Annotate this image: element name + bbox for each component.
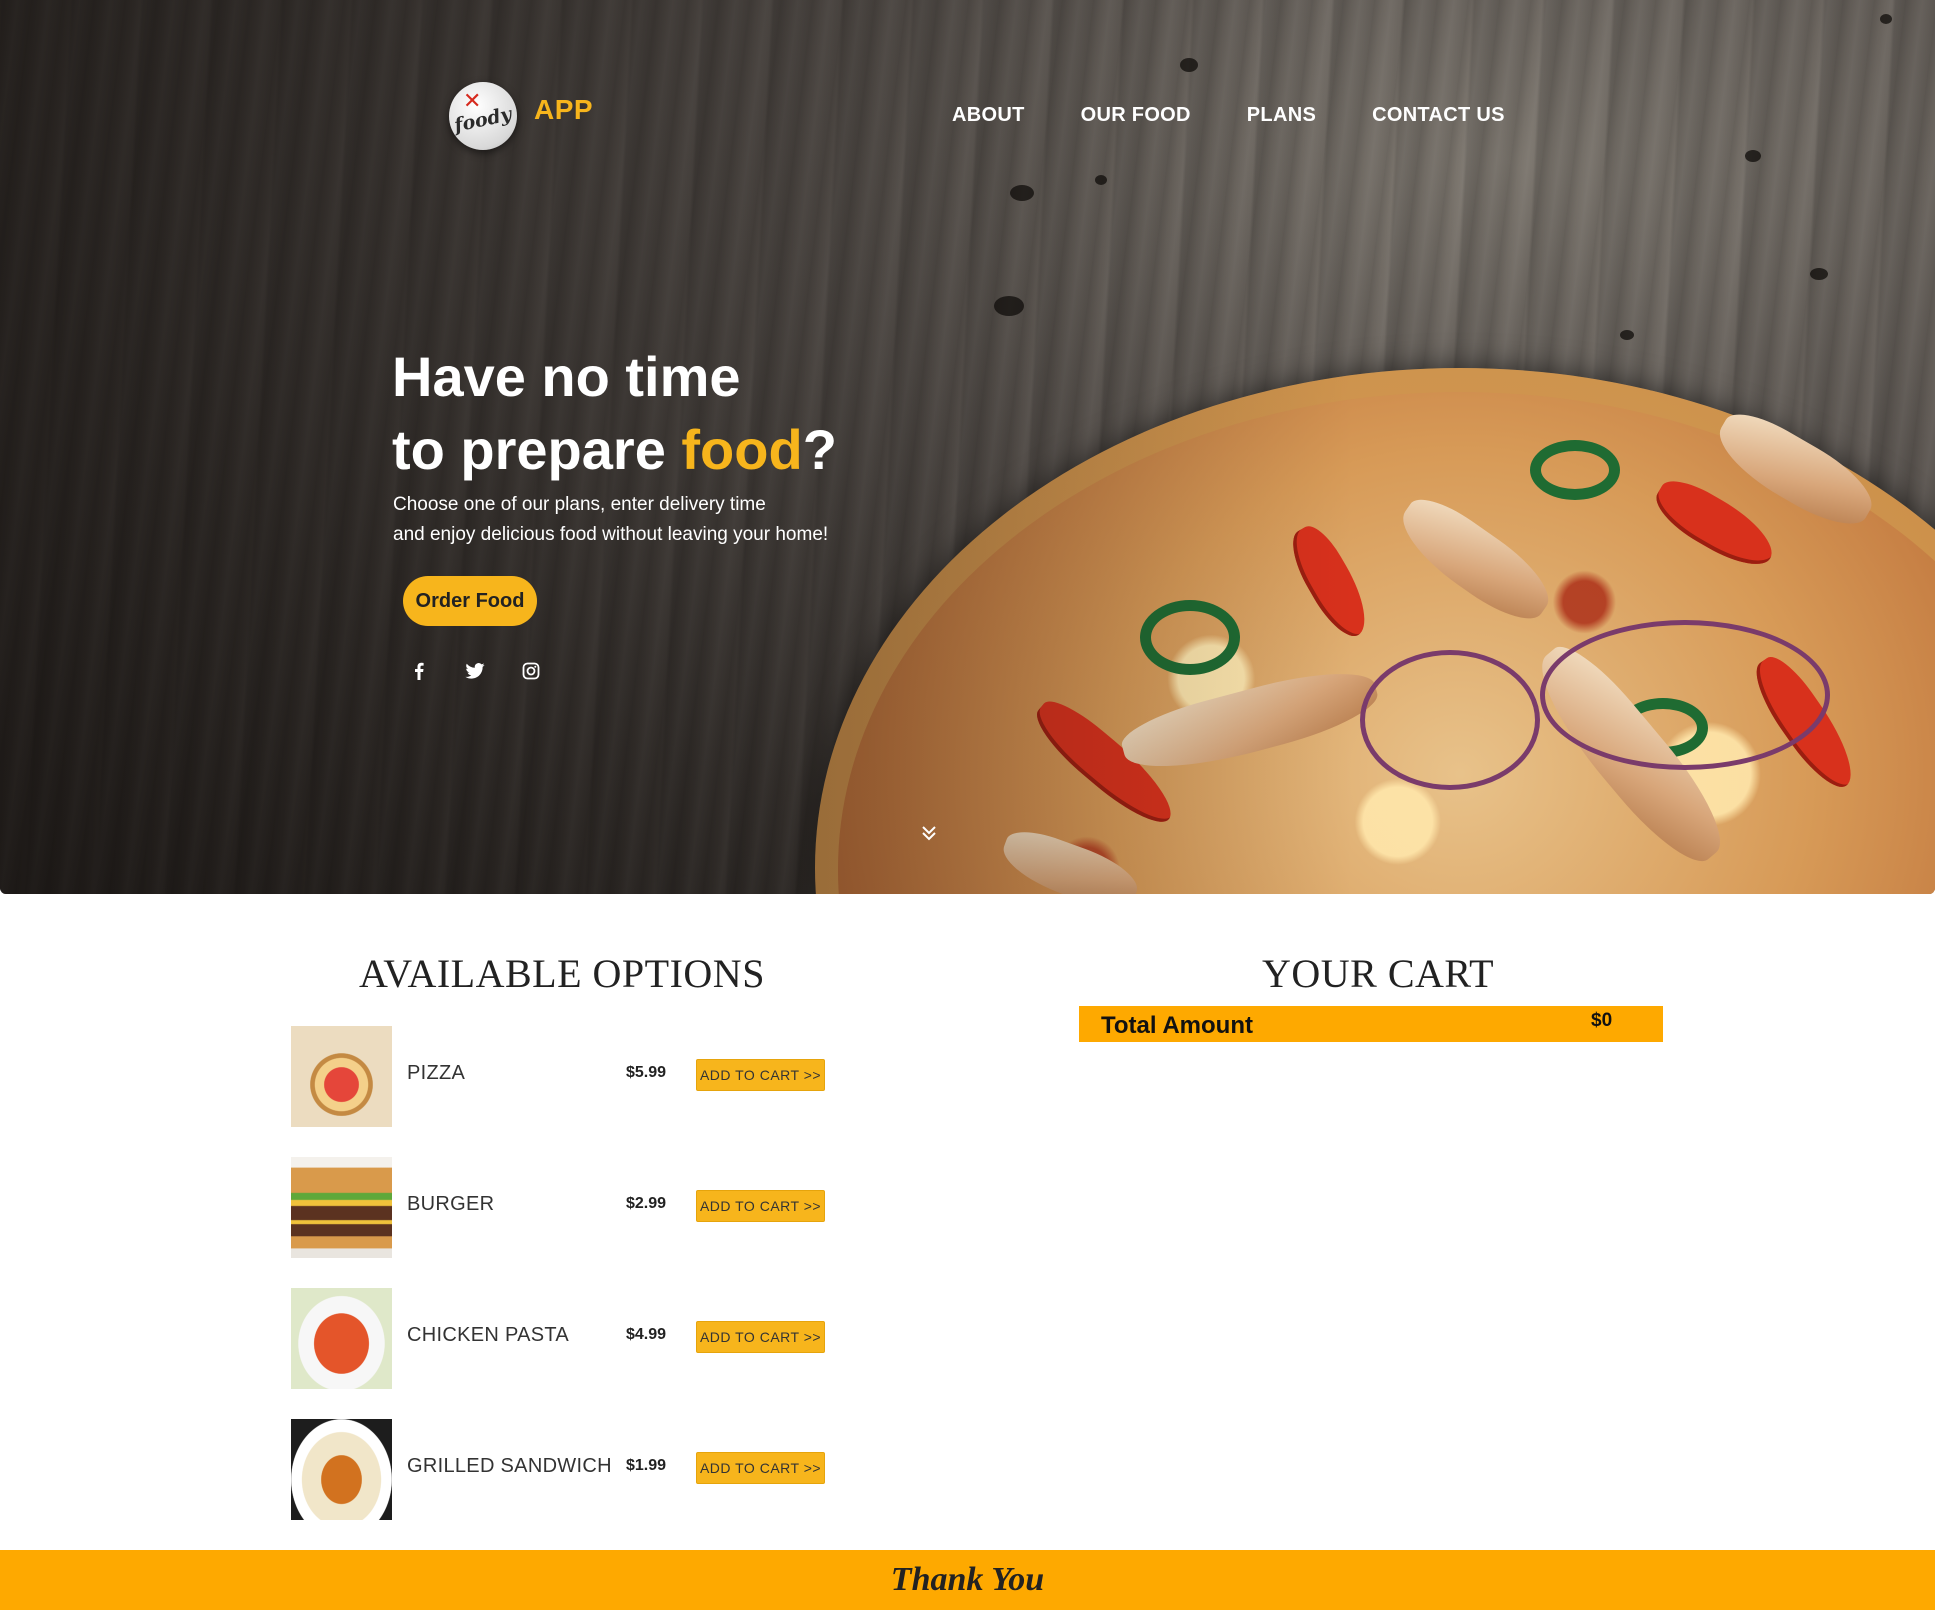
nav-our-food[interactable]: OUR FOOD — [1081, 104, 1191, 127]
list-item: CHICKEN PASTA $4.99 ADD TO CART >> — [291, 1288, 861, 1389]
item-name: CHICKEN PASTA — [407, 1324, 570, 1346]
nav-about[interactable]: ABOUT — [952, 104, 1025, 127]
burger-thumbnail — [291, 1157, 392, 1258]
item-price: $5.99 — [626, 1064, 667, 1081]
options-title: AVAILABLE OPTIONS — [359, 951, 765, 996]
nav-contact-us[interactable]: CONTACT US — [1372, 104, 1505, 127]
total-amount-value: $0 — [1591, 1010, 1613, 1031]
logo[interactable]: ✕ foody — [449, 82, 517, 150]
item-name: GRILLED SANDWICH — [407, 1455, 612, 1477]
hero-subtitle: Choose one of our plans, enter delivery … — [393, 490, 828, 550]
cart-total-bar: Total Amount $0 — [1079, 1006, 1663, 1042]
facebook-icon[interactable] — [406, 658, 432, 684]
list-item: BURGER $2.99 ADD TO CART >> — [291, 1157, 861, 1258]
footer-text: Thank You — [890, 1561, 1045, 1598]
item-name: BURGER — [407, 1193, 495, 1215]
add-to-cart-button[interactable]: ADD TO CART >> — [696, 1059, 825, 1091]
total-amount-label: Total Amount — [1101, 1012, 1253, 1039]
hero-headline: Have no time to prepare food? — [392, 340, 837, 486]
headline-line-1: Have no time — [392, 345, 741, 408]
social-links — [406, 658, 544, 684]
chicken-pasta-thumbnail — [291, 1288, 392, 1389]
add-to-cart-button[interactable]: ADD TO CART >> — [696, 1452, 825, 1484]
cart-title: YOUR CART — [1262, 951, 1495, 996]
logo-text: foody — [452, 103, 514, 137]
list-item: GRILLED SANDWICH $1.99 ADD TO CART >> — [291, 1419, 861, 1520]
item-price: $4.99 — [626, 1326, 667, 1343]
item-price: $2.99 — [626, 1195, 667, 1212]
headline-line-2: to prepare food? — [392, 413, 837, 486]
headline-suffix: ? — [802, 418, 837, 481]
hero-banner: ✕ foody APP ABOUT OUR FOOD PLANS CONTACT… — [0, 0, 1935, 894]
instagram-icon[interactable] — [518, 658, 544, 684]
nav-plans[interactable]: PLANS — [1247, 104, 1316, 127]
brand-app-label: APP — [534, 94, 594, 125]
twitter-icon[interactable] — [462, 658, 488, 684]
order-food-button[interactable]: Order Food — [403, 576, 537, 626]
add-to-cart-button[interactable]: ADD TO CART >> — [696, 1321, 825, 1353]
list-item: PIZZA $5.99 ADD TO CART >> — [291, 1026, 861, 1127]
pizza-thumbnail — [291, 1026, 392, 1127]
item-name: PIZZA — [407, 1062, 466, 1084]
item-price: $1.99 — [626, 1457, 667, 1474]
add-to-cart-button[interactable]: ADD TO CART >> — [696, 1190, 825, 1222]
headline-line-2-text: to prepare — [392, 418, 682, 481]
grilled-sandwich-thumbnail — [291, 1419, 392, 1520]
footer: Thank You — [0, 1550, 1935, 1610]
main-nav: ABOUT OUR FOOD PLANS CONTACT US — [952, 104, 1505, 127]
scroll-down-icon[interactable] — [920, 824, 938, 842]
subtitle-line-2: and enjoy delicious food without leaving… — [393, 524, 829, 545]
subtitle-line-1: Choose one of our plans, enter delivery … — [393, 494, 766, 515]
headline-accent: food — [681, 418, 803, 481]
